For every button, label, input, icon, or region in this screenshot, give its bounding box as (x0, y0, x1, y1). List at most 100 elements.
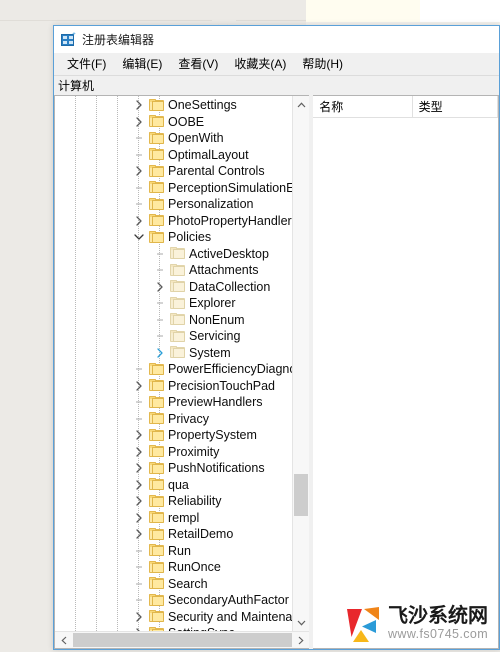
scroll-left-arrow-icon[interactable] (55, 632, 72, 648)
registry-editor-window: 注册表编辑器 文件(F) 编辑(E) 查看(V) 收藏夹(A) 帮助(H) 计算… (53, 25, 500, 650)
scroll-right-arrow-icon[interactable] (292, 632, 309, 648)
registry-tree-item[interactable]: OOBE (55, 114, 292, 131)
scroll-down-arrow-icon[interactable] (293, 614, 310, 631)
registry-tree-item[interactable]: Servicing (55, 328, 292, 345)
folder-icon (149, 164, 164, 178)
column-header-type[interactable]: 类型 (413, 96, 498, 117)
folder-icon (149, 379, 164, 392)
registry-tree-item[interactable]: PreviewHandlers (55, 394, 292, 411)
registry-tree-item-label: RunOnce (168, 560, 221, 574)
chevron-right-icon[interactable] (133, 427, 145, 443)
chevron-right-icon[interactable] (133, 609, 145, 625)
registry-tree-item[interactable]: SecondaryAuthFactor (55, 592, 292, 609)
window-content: OneSettings OOBE OpenWith OptimalLayout Pare… (54, 95, 499, 649)
registry-tree-item[interactable]: Run (55, 543, 292, 560)
registry-tree-item[interactable]: Privacy (55, 411, 292, 428)
registry-tree-item-label: PerceptionSimulationExtens (168, 180, 292, 195)
registry-tree-item[interactable]: PowerEfficiencyDiagnostics (55, 361, 292, 378)
registry-tree-item[interactable]: Parental Controls (55, 163, 292, 180)
menu-favorites[interactable]: 收藏夹(A) (226, 53, 294, 75)
registry-tree-item[interactable]: Explorer (55, 295, 292, 312)
chevron-right-icon[interactable] (133, 460, 145, 476)
registry-tree-item[interactable]: rempl (55, 510, 292, 527)
registry-tree-item-label: qua (168, 477, 189, 492)
folder-icon (149, 527, 164, 541)
registry-tree-item[interactable]: OptimalLayout (55, 147, 292, 164)
tree-leaf-tick-icon (133, 180, 145, 196)
registry-tree-item[interactable]: qua (55, 477, 292, 494)
chevron-right-icon[interactable] (133, 114, 145, 130)
chevron-right-icon[interactable] (133, 444, 145, 460)
chevron-right-icon[interactable] (133, 477, 145, 493)
registry-tree-item-label: Parental Controls (168, 164, 265, 178)
tree-leaf-tick-icon (154, 328, 166, 344)
folder-icon (149, 461, 164, 475)
folder-icon (170, 313, 185, 326)
chevron-right-icon[interactable] (154, 345, 166, 361)
chevron-down-icon[interactable] (133, 229, 145, 245)
registry-tree-scroll-area[interactable]: OneSettings OOBE OpenWith OptimalLayout Pare… (55, 96, 293, 631)
menu-help[interactable]: 帮助(H) (294, 53, 351, 75)
registry-tree-item[interactable]: PushNotifications (55, 460, 292, 477)
registry-values-pane: 名称 类型 (313, 95, 499, 649)
chevron-right-icon[interactable] (133, 97, 145, 113)
folder-icon (149, 412, 164, 425)
registry-tree-item[interactable]: PhotoPropertyHandler (55, 213, 292, 230)
registry-tree-item[interactable]: Policies (55, 229, 292, 246)
chevron-right-icon[interactable] (133, 493, 145, 509)
chevron-right-icon[interactable] (133, 526, 145, 542)
registry-tree-item[interactable]: Attachments (55, 262, 292, 279)
registry-tree-item-label: ActiveDesktop (189, 246, 269, 261)
tree-leaf-tick-icon (133, 196, 145, 212)
registry-tree-item[interactable]: RetailDemo (55, 526, 292, 543)
registry-tree-item-label: PushNotifications (168, 461, 265, 475)
scroll-up-arrow-icon[interactable] (293, 96, 310, 113)
registry-tree-item[interactable]: Security and Maintenance (55, 609, 292, 626)
registry-tree-item[interactable]: PerceptionSimulationExtens (55, 180, 292, 197)
registry-tree-item[interactable]: Search (55, 576, 292, 593)
column-header-name[interactable]: 名称 (313, 96, 413, 117)
tree-leaf-tick-icon (133, 559, 145, 575)
tree-horizontal-scrollbar-thumb[interactable] (73, 633, 292, 647)
registry-tree-item[interactable]: Personalization (55, 196, 292, 213)
tree-leaf-tick-icon (154, 246, 166, 262)
registry-tree-item[interactable]: DataCollection (55, 279, 292, 296)
menu-edit[interactable]: 编辑(E) (114, 53, 170, 75)
watermark-title: 飞沙系统网 (388, 605, 488, 627)
chevron-right-icon[interactable] (154, 279, 166, 295)
address-bar[interactable]: 计算机 (54, 76, 499, 96)
folder-icon (149, 577, 164, 590)
title-bar[interactable]: 注册表编辑器 (54, 26, 499, 53)
registry-tree-item-label: NonEnum (189, 312, 245, 327)
folder-icon (170, 329, 185, 343)
window-title: 注册表编辑器 (82, 32, 155, 47)
chevron-right-icon[interactable] (133, 510, 145, 526)
address-path-text: 计算机 (58, 79, 95, 93)
tree-vertical-scrollbar-thumb[interactable] (294, 474, 309, 516)
registry-tree-item-label: Privacy (168, 411, 209, 426)
menu-file[interactable]: 文件(F) (59, 53, 114, 75)
menu-view[interactable]: 查看(V) (170, 53, 226, 75)
registry-tree-pane: OneSettings OOBE OpenWith OptimalLayout Pare… (54, 95, 310, 649)
chevron-right-icon[interactable] (133, 213, 145, 229)
folder-icon (149, 610, 164, 623)
chevron-right-icon[interactable] (133, 378, 145, 394)
registry-tree-item[interactable]: PrecisionTouchPad (55, 378, 292, 395)
chevron-right-icon[interactable] (133, 163, 145, 179)
registry-tree-item[interactable]: NonEnum (55, 312, 292, 329)
registry-tree-item-label: PropertySystem (168, 428, 257, 442)
registry-tree-item[interactable]: ActiveDesktop (55, 246, 292, 263)
backdrop-white-panel (420, 0, 500, 22)
registry-tree-item[interactable]: RunOnce (55, 559, 292, 576)
values-column-header-row: 名称 类型 (313, 96, 498, 118)
registry-tree-item[interactable]: OneSettings (55, 97, 292, 114)
registry-tree-item-label: Proximity (168, 444, 220, 459)
registry-tree-item[interactable]: Proximity (55, 444, 292, 461)
registry-tree-item[interactable]: Reliability (55, 493, 292, 510)
tree-horizontal-scrollbar[interactable] (55, 631, 310, 648)
registry-tree-item-label: RetailDemo (168, 527, 234, 541)
tree-vertical-scrollbar[interactable] (292, 96, 310, 631)
registry-tree-item[interactable]: System (55, 345, 292, 362)
registry-tree-item[interactable]: OpenWith (55, 130, 292, 147)
registry-tree-item[interactable]: PropertySystem (55, 427, 292, 444)
